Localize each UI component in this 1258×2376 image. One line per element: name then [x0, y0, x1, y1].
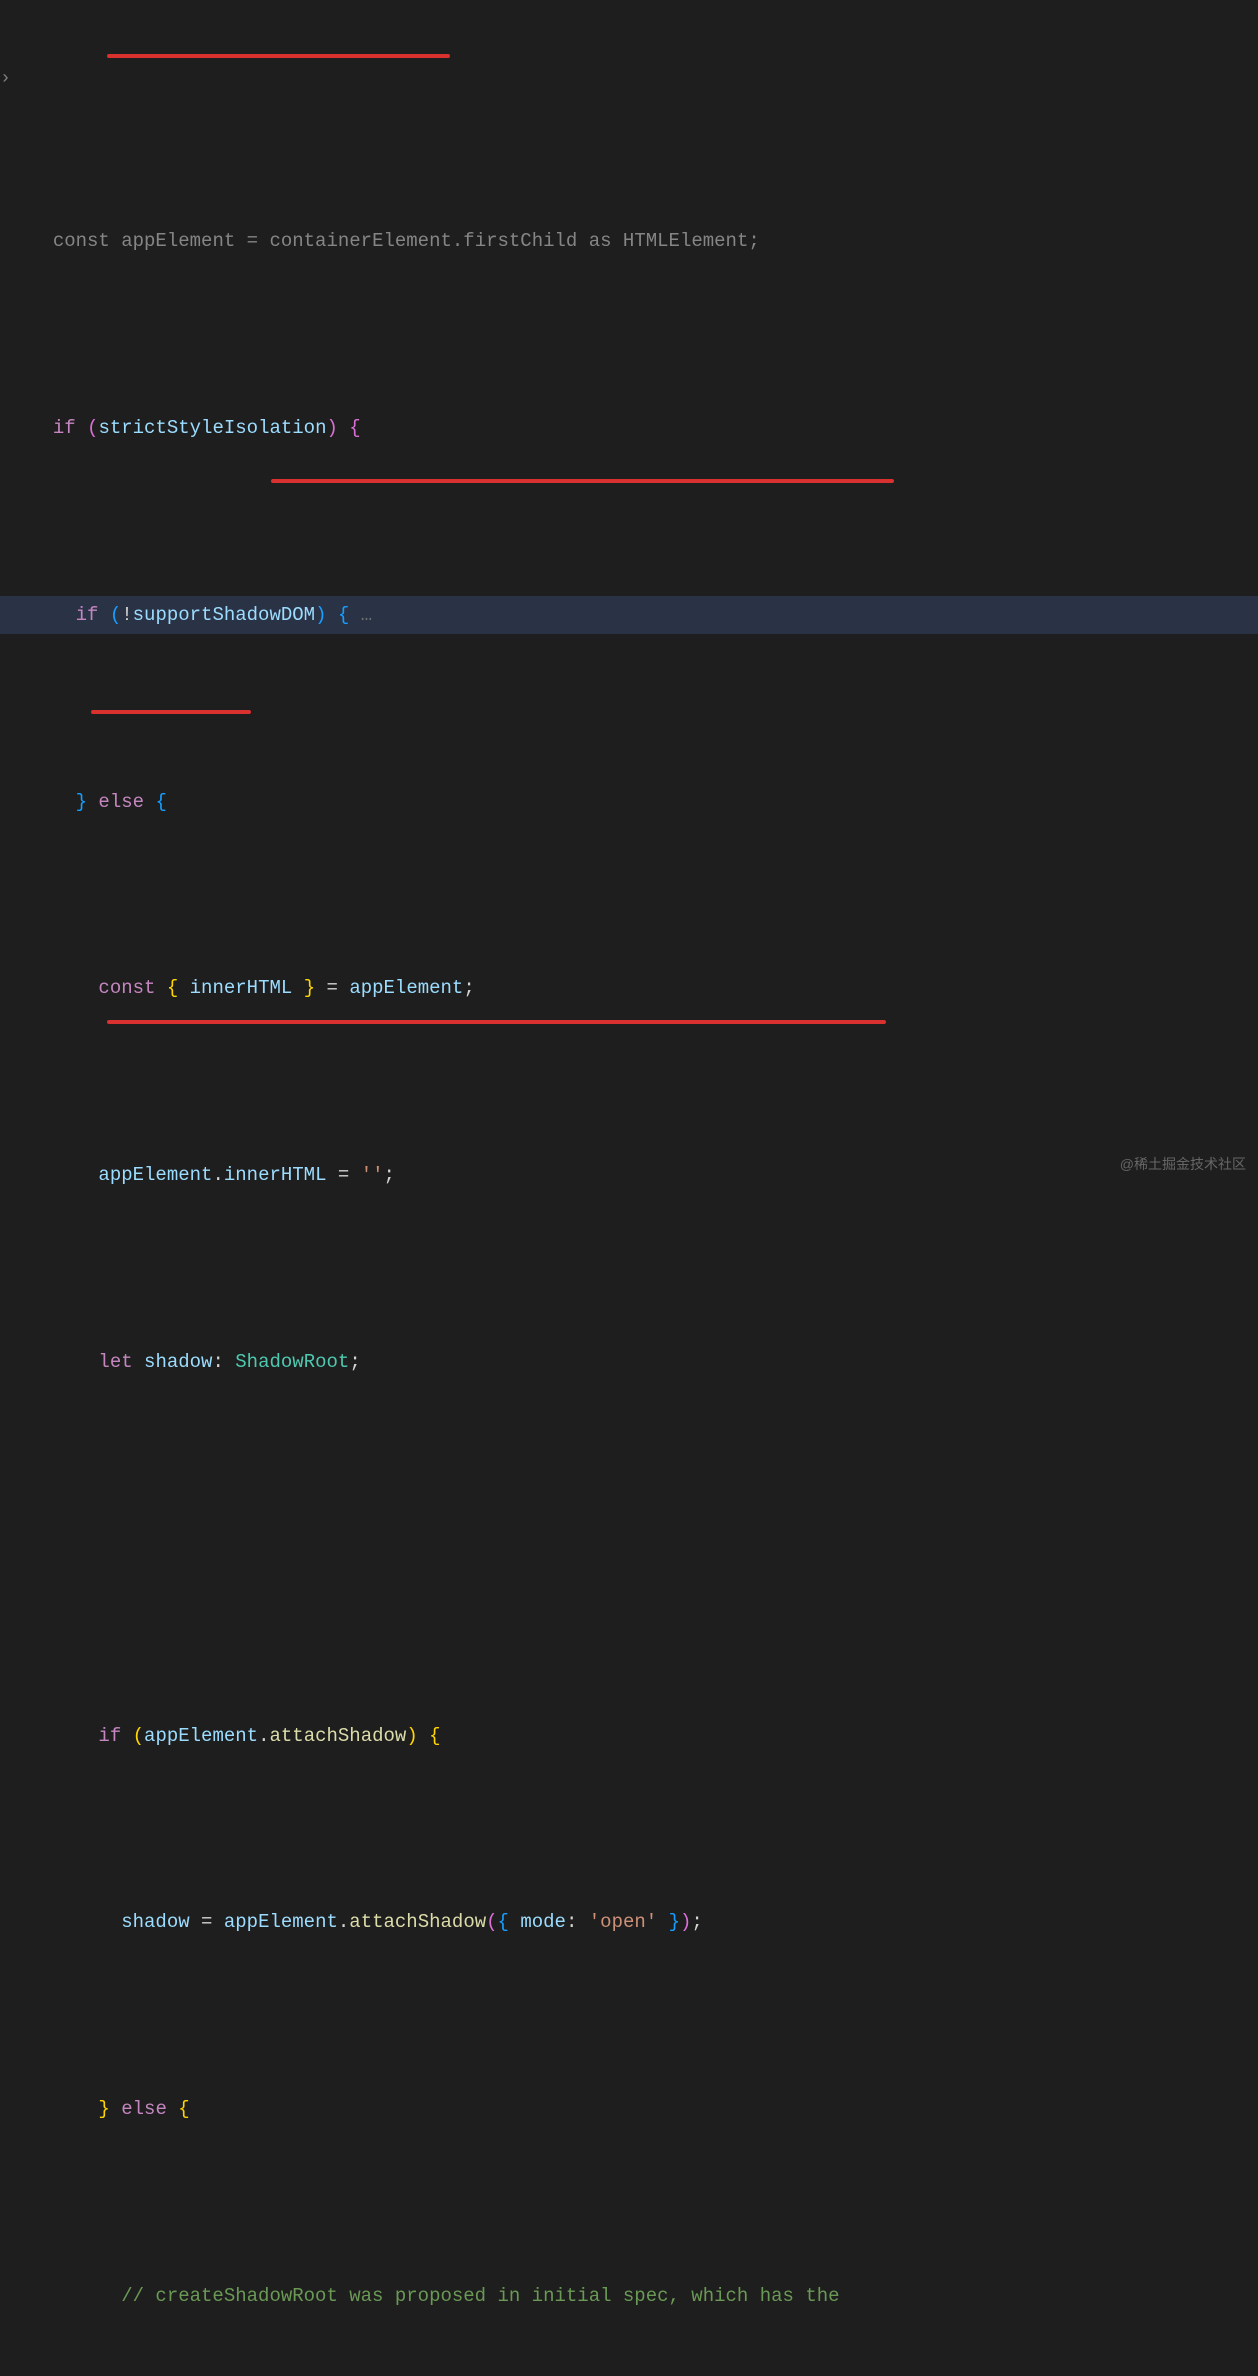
- annotation-underline: [107, 54, 450, 58]
- code-line-blank: [0, 1530, 1258, 1569]
- annotation-underline: [271, 479, 894, 483]
- watermark-text: @稀土掘金技术社区: [1120, 1151, 1246, 1178]
- collapsed-icon[interactable]: …: [361, 604, 372, 626]
- keyword-if: if: [53, 417, 76, 439]
- identifier-strictStyleIsolation: strictStyleIsolation: [98, 417, 326, 439]
- code-line-active: if (!supportShadowDOM) { …: [0, 596, 1258, 635]
- code-line: let shadow: ShadowRoot;: [0, 1343, 1258, 1382]
- annotation-underline: [91, 710, 251, 714]
- code-line: const appElement = containerElement.firs…: [0, 222, 1258, 261]
- code-line: const { innerHTML } = appElement;: [0, 969, 1258, 1008]
- code-line: shadow = appElement.attachShadow({ mode:…: [0, 1903, 1258, 1942]
- code-line: } else {: [0, 2090, 1258, 2129]
- code-line: if (appElement.attachShadow) {: [0, 1717, 1258, 1756]
- annotation-underline: [107, 1020, 886, 1024]
- code-line: } else {: [0, 783, 1258, 822]
- fold-arrow-icon[interactable]: ›: [0, 62, 11, 97]
- code-line: if (strictStyleIsolation) {: [0, 409, 1258, 448]
- code-editor[interactable]: › const appElement = containerElement.fi…: [0, 0, 1258, 2376]
- code-line: appElement.innerHTML = '';: [0, 1156, 1258, 1195]
- code-line-comment: // createShadowRoot was proposed in init…: [0, 2277, 1258, 2316]
- identifier-supportShadowDOM: supportShadowDOM: [133, 604, 315, 626]
